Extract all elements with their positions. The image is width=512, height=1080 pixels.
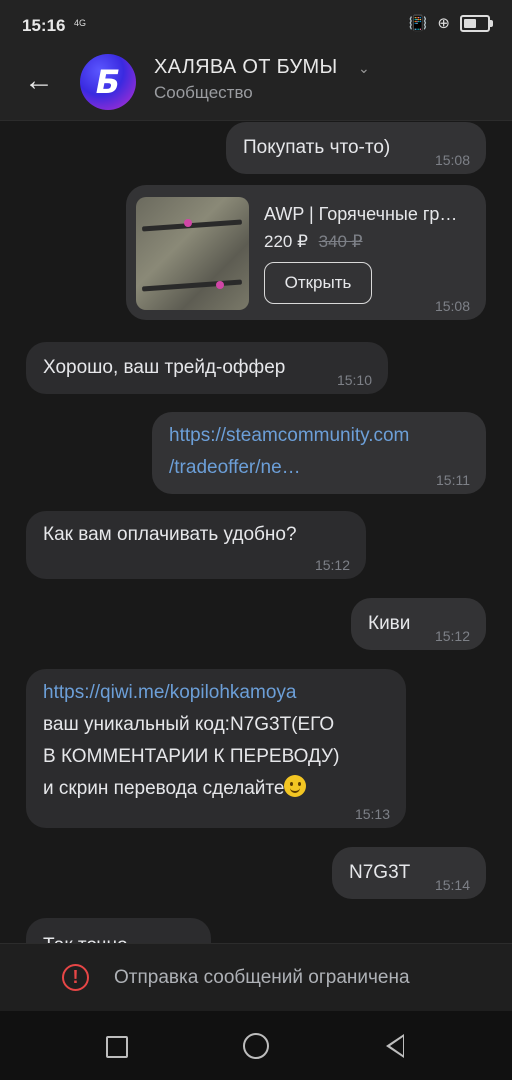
chevron-down-icon[interactable]: ⌄ [358, 60, 370, 77]
message-text: Так точно [43, 935, 128, 943]
link-line-2[interactable]: /tradeoffer/ne… [169, 457, 301, 478]
message-text: Покупать что-то) [243, 137, 391, 158]
message-text-line: В КОММЕНТАРИИ К ПЕРЕВОДУ) [43, 746, 340, 767]
home-icon[interactable] [243, 1033, 269, 1059]
warning-icon: ! [62, 964, 89, 991]
battery-icon [460, 14, 493, 32]
lock-icon: ⊕ [437, 15, 450, 32]
message-bubble[interactable]: N7G3T 15:14 [332, 847, 486, 899]
status-time: 15:16 [22, 16, 66, 35]
message-bubble[interactable]: https://steamcommunity.com /tradeoffer/n… [152, 412, 486, 494]
current-price: 220 ₽ [264, 232, 308, 251]
message-bubble[interactable]: https://qiwi.me/kopilohkamoya ваш уникал… [26, 669, 406, 828]
message-time: 15:13 [354, 806, 390, 822]
status-bar: 15:16 4G 📳 ⊕ [0, 0, 512, 54]
product-price: 220 ₽ 340 ₽ [264, 231, 363, 253]
link-line-1[interactable]: https://steamcommunity.com [169, 425, 409, 446]
avatar[interactable]: Б [80, 54, 136, 110]
smile-emoji-icon [284, 775, 307, 797]
message-bubble[interactable]: Так точно [26, 918, 211, 943]
chat-header: ← Б ХАЛЯВА ОТ БУМЫ ⌄ Сообщество [0, 54, 512, 121]
network-indicator: 4G [74, 18, 87, 28]
navigation-bar [0, 1011, 512, 1080]
message-text: Хорошо, ваш трейд-оффер [43, 357, 286, 378]
message-list[interactable]: Покупать что-то) 15:08 AWP | Горячечные … [0, 121, 512, 943]
chat-subtitle: Сообщество [154, 83, 253, 102]
message-time: 15:12 [314, 557, 350, 573]
chat-title[interactable]: ХАЛЯВА ОТ БУМЫ [154, 56, 338, 79]
product-image [136, 197, 249, 310]
message-text-line: и скрин перевода сделайте [43, 773, 406, 805]
old-price: 340 ₽ [318, 232, 363, 251]
message-bubble[interactable]: Покупать что-то) 15:08 [226, 122, 486, 174]
message-text: N7G3T [349, 862, 411, 883]
message-bubble[interactable]: Хорошо, ваш трейд-оффер 15:10 [26, 342, 388, 394]
avatar-letter: Б [95, 63, 121, 101]
vibrate-icon: 📳 [408, 15, 428, 32]
message-bubble[interactable]: Как вам оплачивать удобно? 15:12 [26, 511, 366, 579]
status-icons: 📳 ⊕ [408, 14, 493, 32]
product-title: AWP | Горячечные гр… [264, 204, 458, 224]
message-bubble[interactable]: Киви 15:12 [351, 598, 486, 650]
restriction-banner: ! Отправка сообщений ограничена [0, 943, 512, 1012]
message-time: 15:11 [436, 472, 470, 488]
message-time: 15:08 [434, 152, 470, 168]
message-text: Киви [368, 613, 411, 634]
qiwi-link[interactable]: https://qiwi.me/kopilohkamoya [43, 677, 406, 709]
recents-icon[interactable] [106, 1036, 128, 1058]
message-time: 15:10 [336, 372, 372, 388]
product-card[interactable]: AWP | Горячечные гр… 220 ₽ 340 ₽ Открыть… [126, 185, 486, 320]
message-text-line: ваш уникальный код:N7G3T(ЕГО [43, 714, 335, 735]
message-time: 15:14 [434, 877, 470, 893]
message-time: 15:08 [434, 298, 470, 314]
message-text: и скрин перевода сделайте [43, 778, 285, 799]
message-time: 15:12 [434, 628, 470, 644]
open-button[interactable]: Открыть [264, 262, 372, 304]
message-text: Как вам оплачивать удобно? [43, 524, 297, 545]
back-icon[interactable] [386, 1034, 404, 1058]
restriction-text: Отправка сообщений ограничена [114, 967, 410, 988]
back-arrow-icon[interactable]: ← [24, 66, 58, 100]
